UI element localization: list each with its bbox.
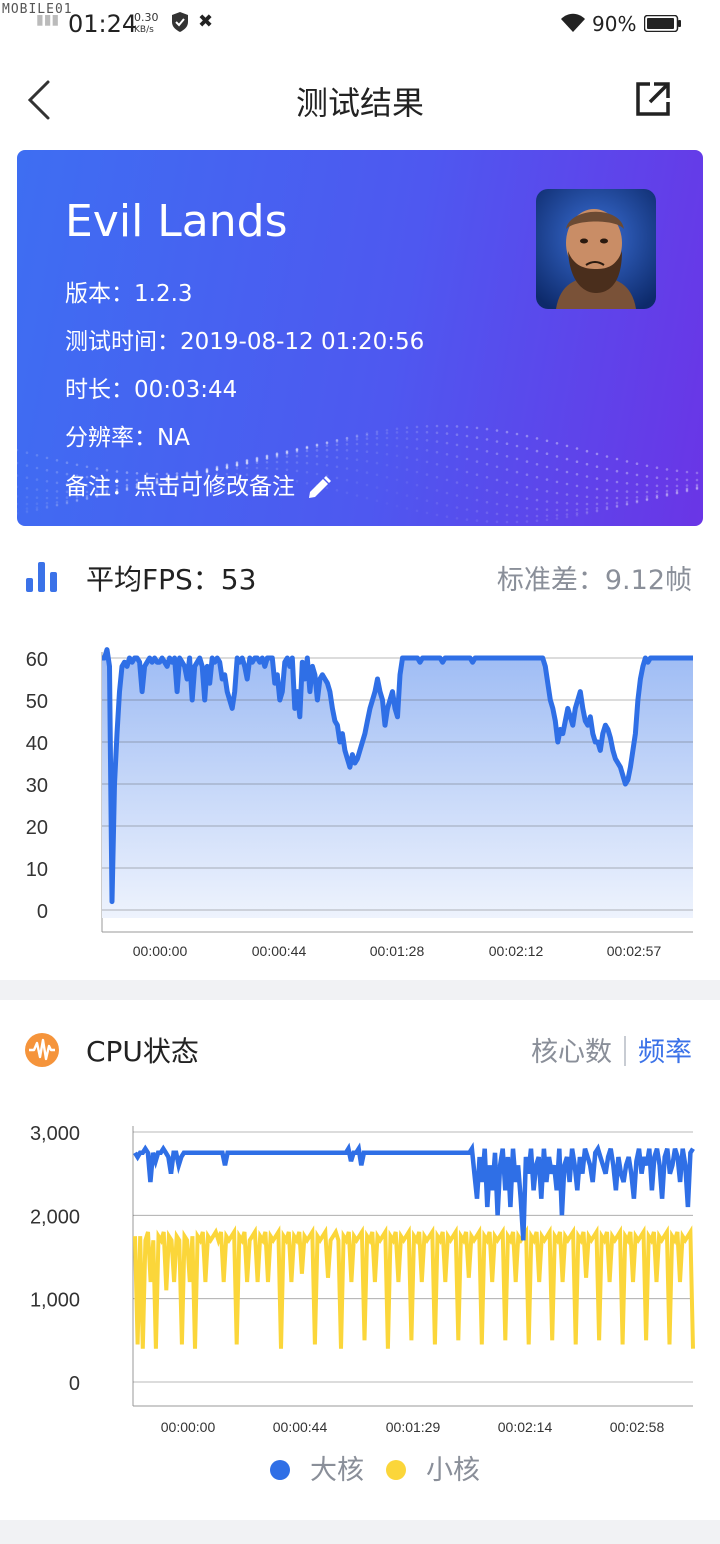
page-title: 测试结果 bbox=[295, 84, 424, 122]
avg-fps: 平均FPS：53 bbox=[86, 558, 256, 598]
cpu-view-toggle: 核心数 频率 bbox=[531, 1030, 692, 1069]
cpu-x-tick: 00:01:29 bbox=[386, 1419, 441, 1435]
legend-little-label: 小核 bbox=[426, 1455, 480, 1486]
status-bar: MOBILE01 ▮▮▮ 01:24 0.30 KB/s ✖ 90% bbox=[0, 0, 720, 50]
pencil-icon[interactable] bbox=[306, 475, 332, 501]
tools-icon: ✖ bbox=[198, 11, 214, 32]
fps-summary: 平均FPS：53 标准差：9.12帧 bbox=[0, 556, 720, 600]
net-speed: 0.30 KB/s bbox=[134, 12, 159, 36]
fps-y-tick: 30 bbox=[26, 775, 48, 797]
toggle-frequency-button[interactable]: 频率 bbox=[638, 1037, 692, 1068]
shield-icon bbox=[172, 12, 188, 32]
legend-little-dot bbox=[386, 1460, 406, 1480]
fps-x-tick: 00:02:12 bbox=[489, 943, 544, 959]
fps-y-tick: 0 bbox=[37, 901, 48, 923]
signal-icon: ▮▮▮ bbox=[36, 12, 60, 28]
battery-percent: 90% bbox=[592, 12, 637, 36]
cpu-x-tick: 00:02:14 bbox=[498, 1419, 553, 1435]
cpu-legend: 大核 小核 bbox=[0, 1448, 720, 1488]
cpu-y-tick: 1,000 bbox=[30, 1290, 80, 1312]
cpu-y-tick: 2,000 bbox=[30, 1206, 80, 1228]
net-speed-value: 0.30 bbox=[134, 11, 159, 24]
cpu-status-title: CPU状态 bbox=[86, 1035, 199, 1068]
bar-chart-icon bbox=[26, 562, 57, 592]
fps-y-tick: 50 bbox=[26, 691, 48, 713]
fps-chart: 60 50 40 30 20 10 0 00:00:00 00:00:44 00:01:28 00:… bbox=[26, 647, 693, 959]
fps-y-tick: 40 bbox=[26, 733, 48, 755]
fps-x-tick: 00:00:44 bbox=[252, 943, 307, 959]
toggle-cores-button[interactable]: 核心数 bbox=[531, 1037, 612, 1068]
test-time-row: 测试时间：2019-08-12 01:20:56 bbox=[65, 322, 424, 356]
bottom-divider bbox=[0, 1520, 720, 1544]
resolution-label: 分辨率： bbox=[65, 425, 157, 451]
fps-y-tick: 20 bbox=[26, 817, 48, 839]
resolution-row: 分辨率：NA bbox=[65, 418, 190, 452]
test-time-label: 测试时间： bbox=[65, 329, 180, 355]
wifi-icon bbox=[561, 13, 585, 32]
cpu-summary: CPU状态 核心数 频率 bbox=[0, 1028, 720, 1072]
remark-row[interactable]: 备注：点击可修改备注 bbox=[65, 467, 332, 501]
avg-fps-label: 平均FPS： bbox=[86, 563, 221, 596]
version-row: 版本：1.2.3 bbox=[65, 274, 193, 308]
version-label: 版本： bbox=[65, 281, 134, 307]
battery-icon bbox=[644, 15, 681, 32]
cpu-y-tick: 0 bbox=[69, 1373, 80, 1395]
status-time: 01:24 bbox=[68, 10, 138, 38]
std-dev-label: 标准差： bbox=[496, 565, 605, 596]
big-core-line bbox=[133, 1141, 695, 1241]
cpu-y-tick: 3,000 bbox=[30, 1123, 80, 1145]
net-speed-unit: KB/s bbox=[134, 25, 154, 35]
top-bar: 测试结果 bbox=[0, 62, 720, 138]
legend-big-label: 大核 bbox=[310, 1455, 364, 1486]
remark-value[interactable]: 点击可修改备注 bbox=[134, 474, 295, 500]
fps-x-tick: 00:02:57 bbox=[607, 943, 662, 959]
resolution-value: NA bbox=[157, 425, 190, 451]
game-avatar-image bbox=[536, 189, 656, 309]
pulse-icon bbox=[25, 1033, 59, 1067]
duration-value: 00:03:44 bbox=[134, 377, 238, 403]
remark-label: 备注： bbox=[65, 474, 134, 500]
std-dev: 标准差：9.12帧 bbox=[497, 558, 692, 597]
fps-x-tick: 00:00:00 bbox=[133, 943, 188, 959]
legend-big-dot bbox=[270, 1460, 290, 1480]
legend-big-core: 大核 bbox=[270, 1448, 364, 1487]
test-time-value: 2019-08-12 01:20:56 bbox=[180, 329, 425, 355]
avg-fps-value: 53 bbox=[220, 563, 257, 596]
section-divider bbox=[0, 980, 720, 1000]
std-dev-value: 9.12帧 bbox=[604, 565, 692, 596]
fps-y-tick: 10 bbox=[26, 859, 48, 881]
legend-little-core: 小核 bbox=[386, 1448, 480, 1487]
game-avatar bbox=[536, 189, 656, 309]
fps-x-tick: 00:01:28 bbox=[370, 943, 425, 959]
cpu-x-tick: 00:00:00 bbox=[161, 1419, 216, 1435]
cpu-x-tick: 00:00:44 bbox=[273, 1419, 328, 1435]
little-core-line bbox=[133, 1225, 695, 1349]
game-name: Evil Lands bbox=[65, 196, 288, 247]
toggle-separator bbox=[624, 1036, 626, 1066]
duration-row: 时长：00:03:44 bbox=[65, 370, 237, 404]
cpu-chart: 3,000 2,000 1,000 0 00:00:00 00:00:44 00:01:29… bbox=[30, 1123, 695, 1435]
share-button[interactable] bbox=[634, 80, 672, 118]
duration-label: 时长： bbox=[65, 377, 134, 403]
cpu-x-tick: 00:02:58 bbox=[610, 1419, 665, 1435]
version-value: 1.2.3 bbox=[134, 281, 193, 307]
game-info-card: Evil Lands 版本：1.2.3 测试时间：2019-08-12 01:2… bbox=[17, 150, 703, 526]
fps-y-tick: 60 bbox=[26, 649, 48, 671]
